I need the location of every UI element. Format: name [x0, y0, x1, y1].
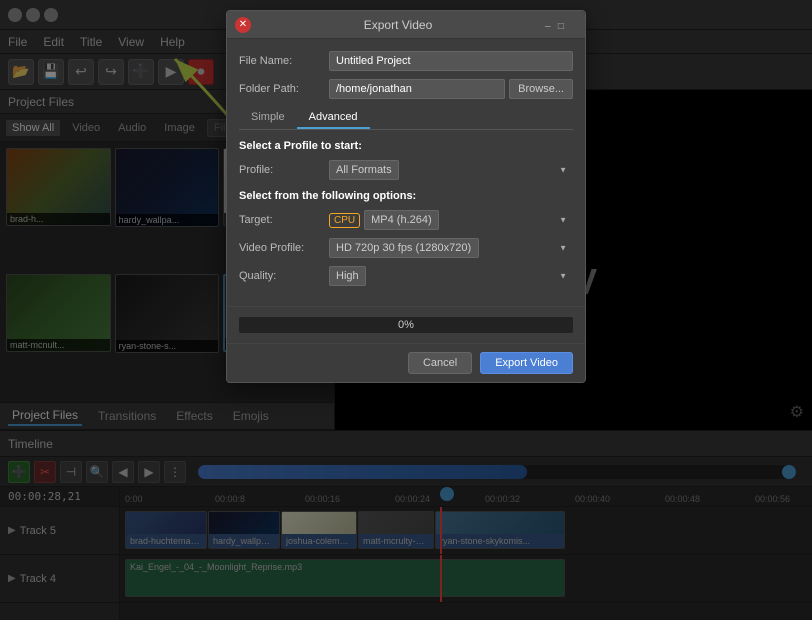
target-value-group: CPU MP4 (h.264): [329, 210, 573, 230]
section1-title: Select a Profile to start:: [239, 140, 573, 152]
progress-section: 0%: [227, 306, 585, 343]
dialog-body: File Name: Folder Path: Browse... Simple…: [227, 39, 585, 306]
section2-title: Select from the following options:: [239, 190, 573, 202]
dialog-footer: Cancel Export Video: [227, 343, 585, 382]
target-select[interactable]: MP4 (h.264): [364, 210, 439, 230]
video-profile-label: Video Profile:: [239, 242, 329, 254]
video-profile-select[interactable]: HD 720p 30 fps (1280x720): [329, 238, 479, 258]
profile-select[interactable]: All Formats: [329, 160, 399, 180]
quality-select[interactable]: High: [329, 266, 366, 286]
progress-text: 0%: [398, 319, 414, 331]
export-dialog: ✕ Export Video – □ File Name: Folder Pat…: [226, 10, 586, 383]
profile-label: Profile:: [239, 164, 329, 176]
quality-label: Quality:: [239, 270, 329, 282]
app-window: * Untitled Proj File Edit Title View Hel…: [0, 0, 812, 620]
tab-simple[interactable]: Simple: [239, 107, 297, 129]
profile-select-wrapper: All Formats: [329, 160, 573, 180]
dialog-title-spacer: – □: [545, 18, 577, 32]
tab-advanced[interactable]: Advanced: [297, 107, 370, 129]
target-label: Target:: [239, 214, 329, 226]
file-name-row: File Name:: [239, 51, 573, 71]
cancel-button[interactable]: Cancel: [408, 352, 472, 374]
dialog-overlay: ✕ Export Video – □ File Name: Folder Pat…: [0, 0, 812, 620]
target-select-wrapper: MP4 (h.264): [364, 210, 573, 230]
dialog-titlebar: ✕ Export Video – □: [227, 11, 585, 39]
file-name-input[interactable]: [329, 51, 573, 71]
file-name-label: File Name:: [239, 55, 329, 67]
quality-row: Quality: High: [239, 266, 573, 286]
folder-path-input[interactable]: [329, 79, 505, 99]
profile-row: Profile: All Formats: [239, 160, 573, 180]
dialog-minimize-icon[interactable]: –: [545, 21, 551, 32]
video-profile-select-wrapper: HD 720p 30 fps (1280x720): [329, 238, 573, 258]
folder-path-label: Folder Path:: [239, 83, 329, 95]
export-button[interactable]: Export Video: [480, 352, 573, 374]
progress-bar: 0%: [239, 317, 573, 333]
dialog-close-button[interactable]: ✕: [235, 17, 251, 33]
video-profile-row: Video Profile: HD 720p 30 fps (1280x720): [239, 238, 573, 258]
quality-select-wrapper: High: [329, 266, 573, 286]
dialog-title: Export Video: [251, 18, 545, 32]
cpu-badge: CPU: [329, 213, 360, 228]
dialog-tabs: Simple Advanced: [239, 107, 573, 130]
target-row: Target: CPU MP4 (h.264): [239, 210, 573, 230]
dialog-maximize-icon[interactable]: □: [558, 21, 564, 32]
browse-button[interactable]: Browse...: [509, 79, 573, 99]
folder-path-input-group: Browse...: [329, 79, 573, 99]
folder-path-row: Folder Path: Browse...: [239, 79, 573, 99]
